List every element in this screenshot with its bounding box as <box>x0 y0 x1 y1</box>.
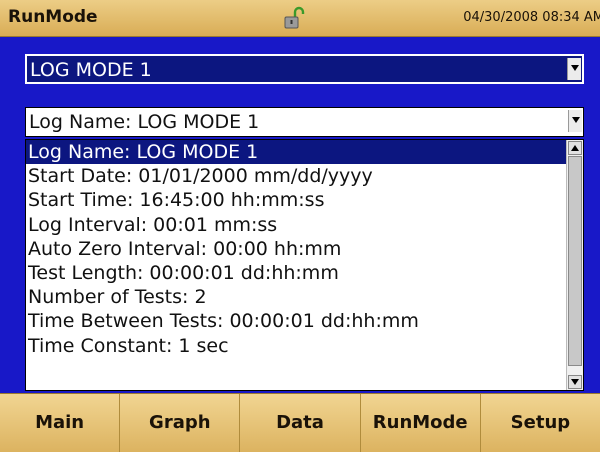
tab-graph[interactable]: Graph <box>120 394 241 452</box>
log-setting-value: Log Name: LOG MODE 1 <box>29 111 260 133</box>
tab-setup[interactable]: Setup <box>481 394 600 452</box>
list-item[interactable]: Log Interval: 00:01 mm:ss <box>26 213 566 237</box>
bottom-nav-bar: Main Graph Data RunMode Setup <box>0 393 600 452</box>
tab-data[interactable]: Data <box>240 394 361 452</box>
chevron-down-icon[interactable] <box>568 110 582 132</box>
scroll-down-arrow-icon[interactable] <box>568 375 582 389</box>
scrollbar-thumb[interactable] <box>568 156 582 366</box>
screen-title: RunMode <box>8 7 98 27</box>
list-item[interactable]: Log Name: LOG MODE 1 <box>26 140 566 165</box>
log-setting-dropdown[interactable]: Log Name: LOG MODE 1 <box>25 107 584 137</box>
unlocked-padlock-icon <box>283 5 305 31</box>
tab-runmode[interactable]: RunMode <box>361 394 481 452</box>
list-item[interactable]: Auto Zero Interval: 00:00 hh:mm <box>26 237 566 261</box>
log-mode-dropdown[interactable]: LOG MODE 1 <box>25 54 584 84</box>
list-item[interactable]: Start Date: 01/01/2000 mm/dd/yyyy <box>26 164 566 188</box>
log-mode-value: LOG MODE 1 <box>30 59 152 81</box>
vertical-scrollbar[interactable] <box>566 140 583 390</box>
log-setting-list: Log Name: LOG MODE 1 Start Date: 01/01/2… <box>25 139 584 391</box>
scroll-up-arrow-icon[interactable] <box>568 141 582 155</box>
list-item[interactable]: Time Between Tests: 00:00:01 dd:hh:mm <box>26 309 566 333</box>
tab-main[interactable]: Main <box>0 394 121 452</box>
list-item[interactable]: Start Time: 16:45:00 hh:mm:ss <box>26 188 566 212</box>
title-bar: RunMode 04/30/2008 08:34 AM <box>0 0 600 37</box>
list-item[interactable]: Number of Tests: 2 <box>26 285 566 309</box>
list-item[interactable]: Time Constant: 1 sec <box>26 334 566 358</box>
date-time-display: 04/30/2008 08:34 AM <box>463 10 600 25</box>
chevron-down-icon[interactable] <box>567 58 581 80</box>
runmode-panel: LOG MODE 1 Log Name: LOG MODE 1 Log Name… <box>0 37 600 393</box>
list-item[interactable]: Test Length: 00:00:01 dd:hh:mm <box>26 261 566 285</box>
